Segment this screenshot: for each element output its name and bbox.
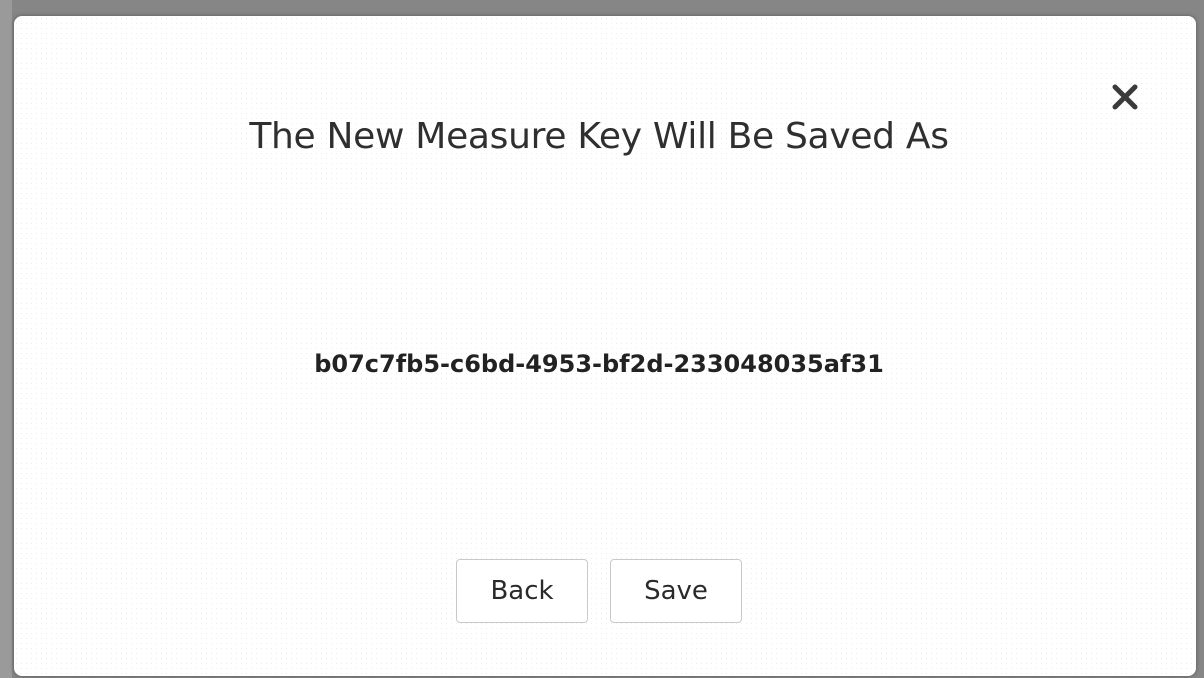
close-icon [1112,84,1138,110]
measure-key-value: b07c7fb5-c6bd-4953-bf2d-233048035af31 [314,350,884,378]
background-page-edge [0,0,12,678]
dialog-title: The New Measure Key Will Be Saved As [249,116,949,157]
close-button[interactable] [1110,82,1140,112]
save-measure-key-dialog: The New Measure Key Will Be Saved As b07… [14,16,1196,676]
dialog-actions: Back Save [14,559,1184,623]
back-button[interactable]: Back [456,559,588,623]
save-button[interactable]: Save [610,559,742,623]
